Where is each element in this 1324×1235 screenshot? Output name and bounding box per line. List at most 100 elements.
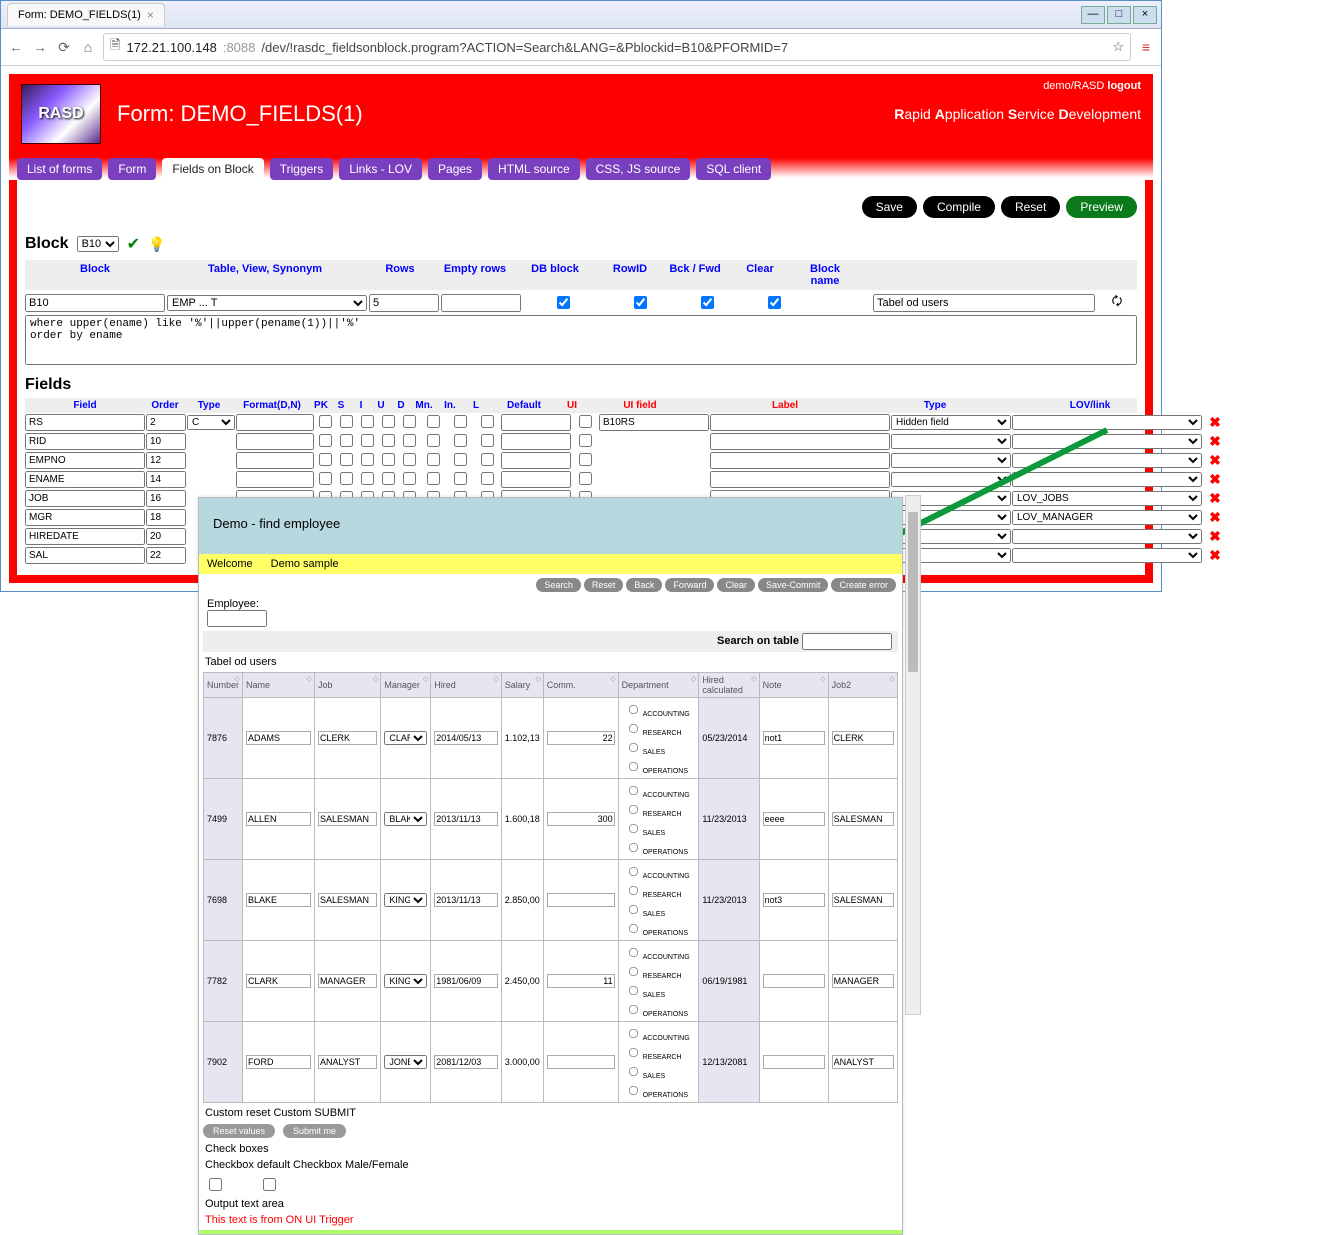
u-checkbox[interactable] (382, 434, 395, 447)
name-input[interactable] (246, 974, 311, 988)
u-checkbox[interactable] (382, 472, 395, 485)
note-input[interactable] (763, 974, 825, 988)
bulb-icon[interactable]: 💡 (148, 236, 165, 253)
pk-checkbox[interactable] (319, 472, 332, 485)
l-checkbox[interactable] (481, 472, 494, 485)
delete-icon[interactable]: ✖ (1203, 547, 1227, 564)
forward-icon[interactable]: → (31, 38, 49, 56)
dept-radio[interactable] (629, 905, 638, 914)
comm-input[interactable] (547, 1055, 615, 1069)
in-checkbox[interactable] (454, 453, 467, 466)
lov-select[interactable]: LOV_MANAGER (1012, 510, 1202, 525)
preview-tab[interactable]: Welcome (207, 558, 253, 570)
home-icon[interactable]: ⌂ (79, 38, 97, 56)
mgr-select[interactable]: KING (384, 893, 427, 907)
default-input[interactable] (501, 471, 571, 488)
nav-tab-pages[interactable]: Pages (428, 158, 482, 180)
preview-action-button[interactable]: Save-Commit (758, 578, 829, 592)
type-select[interactable] (891, 434, 1011, 449)
hired-input[interactable] (434, 731, 497, 745)
field-order-input[interactable] (146, 528, 186, 545)
preview-tab[interactable]: Demo sample (271, 558, 339, 570)
s-checkbox[interactable] (340, 453, 353, 466)
column-header[interactable]: Note◇ (759, 673, 828, 698)
bckfwd-checkbox[interactable] (701, 296, 714, 309)
label-input[interactable] (710, 452, 890, 469)
browser-tab[interactable]: Form: DEMO_FIELDS(1) × (7, 3, 165, 26)
nav-tab-fields-on-block[interactable]: Fields on Block (162, 158, 263, 180)
u-checkbox[interactable] (382, 453, 395, 466)
uifield-input[interactable] (599, 414, 709, 431)
field-format-input[interactable] (236, 414, 314, 431)
field-format-input[interactable] (236, 452, 314, 469)
i-checkbox[interactable] (361, 472, 374, 485)
star-icon[interactable]: ☆ (1112, 39, 1124, 55)
in-checkbox[interactable] (454, 472, 467, 485)
preview-action-button[interactable]: Create error (831, 578, 896, 592)
rowid-checkbox[interactable] (634, 296, 647, 309)
nav-tab-html-source[interactable]: HTML source (488, 158, 580, 180)
default-input[interactable] (501, 452, 571, 469)
lov-select[interactable] (1012, 472, 1202, 487)
field-name-input[interactable] (25, 471, 145, 488)
job-input[interactable] (318, 893, 377, 907)
field-name-input[interactable] (25, 433, 145, 450)
logout-link[interactable]: logout (1107, 80, 1141, 92)
mgr-select[interactable]: CLARK (384, 731, 427, 745)
dept-radio[interactable] (629, 1067, 638, 1076)
job-input[interactable] (318, 1055, 377, 1069)
delete-icon[interactable]: ✖ (1203, 509, 1227, 526)
column-header[interactable]: Hired calculated◇ (699, 673, 759, 698)
column-header[interactable]: Hired◇ (431, 673, 501, 698)
dept-radio[interactable] (629, 743, 638, 752)
column-header[interactable]: Department◇ (618, 673, 699, 698)
job2-input[interactable] (832, 1055, 894, 1069)
field-name-input[interactable] (25, 452, 145, 469)
block-table-select[interactable]: EMP ... T (167, 295, 367, 311)
in-checkbox[interactable] (454, 434, 467, 447)
mgr-select[interactable]: JONES (384, 1055, 427, 1069)
field-order-input[interactable] (146, 471, 186, 488)
in-checkbox[interactable] (454, 415, 467, 428)
delete-icon[interactable]: ✖ (1203, 528, 1227, 545)
name-input[interactable] (246, 731, 311, 745)
compile-button[interactable]: Compile (923, 196, 995, 218)
default-input[interactable] (501, 414, 571, 431)
clear-checkbox[interactable] (768, 296, 781, 309)
nav-tab-triggers[interactable]: Triggers (270, 158, 334, 180)
s-checkbox[interactable] (340, 415, 353, 428)
s-checkbox[interactable] (340, 434, 353, 447)
dept-radio[interactable] (629, 948, 638, 957)
job2-input[interactable] (832, 893, 894, 907)
refresh-icon[interactable]: 🗘 (1097, 292, 1137, 313)
dept-radio[interactable] (629, 886, 638, 895)
lov-select[interactable] (1012, 415, 1202, 430)
default-input[interactable] (501, 433, 571, 450)
dept-radio[interactable] (629, 1029, 638, 1038)
job2-input[interactable] (832, 812, 894, 826)
name-input[interactable] (246, 893, 311, 907)
d-checkbox[interactable] (403, 453, 416, 466)
job2-input[interactable] (832, 731, 894, 745)
note-input[interactable] (763, 893, 825, 907)
comm-input[interactable] (547, 731, 615, 745)
mn-checkbox[interactable] (427, 453, 440, 466)
dept-radio[interactable] (629, 843, 638, 852)
nav-tab-form[interactable]: Form (108, 158, 156, 180)
delete-icon[interactable]: ✖ (1203, 433, 1227, 450)
note-input[interactable] (763, 812, 825, 826)
block-name-input[interactable] (873, 294, 1095, 312)
job-input[interactable] (318, 974, 377, 988)
l-checkbox[interactable] (481, 453, 494, 466)
preview-action-button[interactable]: Clear (717, 578, 755, 592)
note-input[interactable] (763, 731, 825, 745)
lov-select[interactable] (1012, 453, 1202, 468)
nav-tab-sql-client[interactable]: SQL client (696, 158, 771, 180)
dept-radio[interactable] (629, 786, 638, 795)
back-icon[interactable]: ← (7, 38, 25, 56)
ui-checkbox[interactable] (579, 434, 592, 447)
comm-input[interactable] (547, 812, 615, 826)
hired-input[interactable] (434, 893, 497, 907)
delete-icon[interactable]: ✖ (1203, 414, 1227, 431)
hired-input[interactable] (434, 812, 497, 826)
